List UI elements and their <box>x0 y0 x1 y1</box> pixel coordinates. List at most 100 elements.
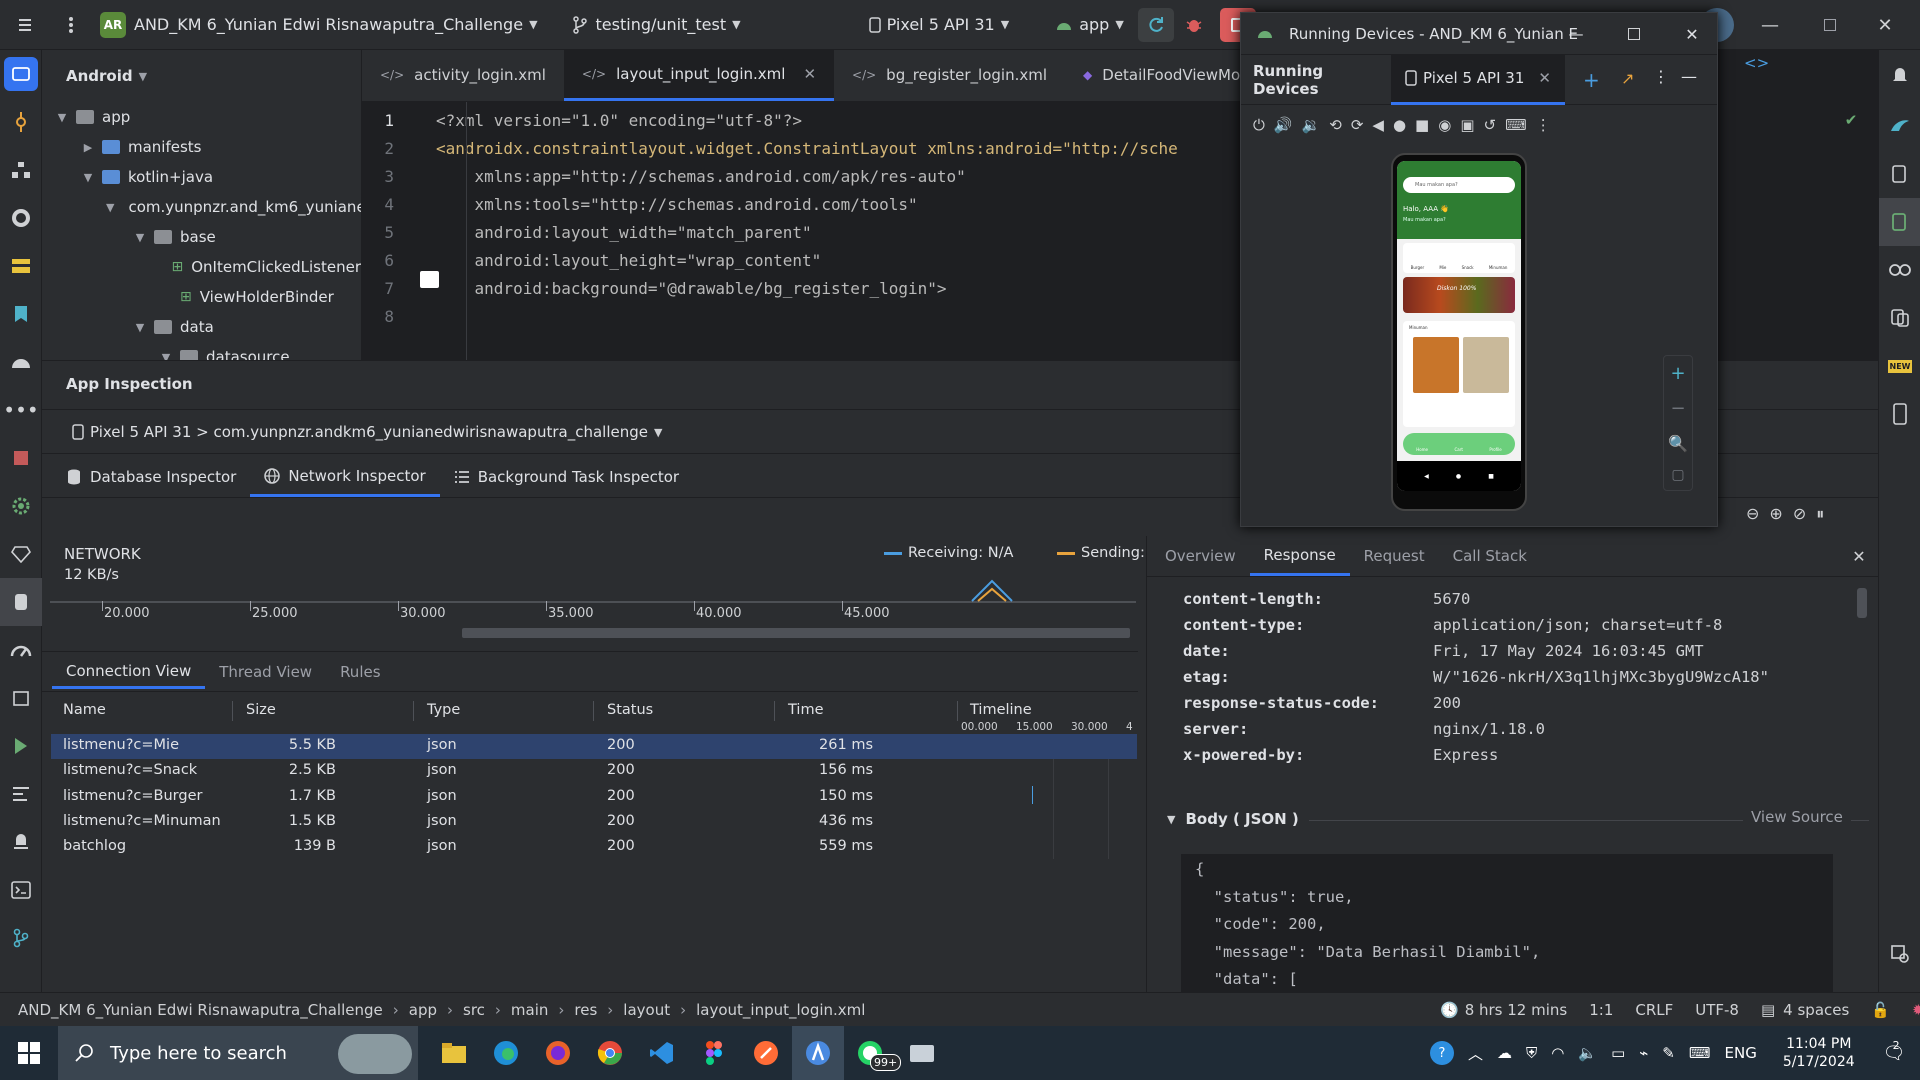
volume-up-icon[interactable]: 🔊 <box>1274 116 1293 134</box>
keyboard-icon[interactable]: ⌨ <box>1505 116 1527 134</box>
zoom-in-icon[interactable]: + <box>1670 363 1685 384</box>
editor-tab[interactable]: </> bg_register_login.xml <box>834 49 1065 101</box>
col-size[interactable]: Size <box>246 702 276 718</box>
emulator-taskbar-icon[interactable] <box>896 1026 948 1080</box>
timeline-scrollbar[interactable] <box>462 628 1130 638</box>
tree-item[interactable]: ▼ com.yunpnzr.and_km6_yuniane <box>54 192 361 222</box>
tree-item[interactable]: ▶ manifests <box>54 132 361 162</box>
power-icon[interactable]: ⏻ <box>1253 116 1265 134</box>
tab-background-task-inspector[interactable]: Background Task Inspector <box>440 457 693 497</box>
firefox-icon[interactable] <box>532 1026 584 1080</box>
chevron-right-icon[interactable]: ▶ <box>80 141 96 154</box>
breadcrumb-item[interactable]: main <box>511 1001 548 1019</box>
profiler-icon[interactable] <box>0 626 42 674</box>
layout-inspector-icon[interactable] <box>1879 930 1920 978</box>
tab-database-inspector[interactable]: Database Inspector <box>52 457 250 497</box>
more-vertical-icon[interactable]: ⋮ <box>1536 116 1551 134</box>
help-icon[interactable]: ? <box>1430 1041 1454 1065</box>
response-tab[interactable]: Request <box>1350 536 1439 576</box>
breadcrumb-item[interactable]: app <box>409 1001 437 1019</box>
reset-icon[interactable]: ↺ <box>1484 116 1497 134</box>
structure-tool-icon[interactable] <box>0 146 42 194</box>
table-row[interactable]: batchlog 139 B json 200 559 ms <box>51 835 1137 860</box>
more-vertical-icon[interactable] <box>50 7 92 43</box>
editor-tab[interactable]: </> layout_input_login.xml ✕ <box>563 49 835 101</box>
zoom-out-icon[interactable]: ⊖ <box>1746 504 1759 524</box>
phone-nav-item[interactable]: Cart <box>1454 447 1462 452</box>
breadcrumb-item[interactable]: src <box>463 1001 485 1019</box>
version-control-icon[interactable] <box>0 914 42 962</box>
response-tab[interactable]: Call Stack <box>1439 536 1541 576</box>
tree-item[interactable]: ⊞ OnItemClickedListener <box>54 252 361 282</box>
chevron-down-icon[interactable]: ▼ <box>80 171 96 184</box>
color-swatch-icon[interactable] <box>420 271 439 288</box>
vscode-icon[interactable] <box>636 1026 688 1080</box>
commit-tool-icon[interactable] <box>0 98 42 146</box>
tree-item[interactable]: ▼ base <box>54 222 361 252</box>
response-tab[interactable]: Overview <box>1151 536 1250 576</box>
breadcrumb-item[interactable]: AND_KM 6_Yunian Edwi Risnawaputra_Challe… <box>18 1001 383 1019</box>
xml-view-icon[interactable]: <> <box>1744 54 1769 78</box>
windows-start-icon[interactable] <box>0 1026 58 1080</box>
debug-button[interactable] <box>1174 7 1214 43</box>
tab-rules[interactable]: Rules <box>326 655 394 689</box>
phone-home-icon[interactable]: ● <box>1456 473 1461 480</box>
minimize-window-icon[interactable]: — <box>1750 0 1790 50</box>
project-view-selector[interactable]: Android ▼ <box>42 50 361 102</box>
notification-center-icon[interactable]: 🗨 2 <box>1883 1039 1906 1064</box>
close-tab-icon[interactable]: ✕ <box>1538 69 1551 87</box>
clock[interactable]: 11:04 PM 5/17/2024 <box>1783 1035 1855 1071</box>
problems-icon[interactable] <box>0 818 42 866</box>
tree-item[interactable]: ▼ datasource <box>54 342 361 360</box>
resource-manager-icon[interactable] <box>0 242 42 290</box>
response-tab[interactable]: Response <box>1249 536 1350 576</box>
maximize-window-icon[interactable] <box>1810 0 1850 50</box>
branch-selector[interactable]: testing/unit_test ▼ <box>564 7 749 43</box>
settings-gear-icon[interactable] <box>0 482 42 530</box>
screenshot-icon[interactable]: ◉ <box>1438 116 1451 134</box>
table-row[interactable]: listmenu?c=Snack 2.5 KB json 200 156 ms <box>51 759 1137 784</box>
apply-changes-button[interactable] <box>1137 7 1174 42</box>
pause-icon[interactable]: ⏸ <box>1816 504 1824 524</box>
lock-icon[interactable]: 🔓 <box>1871 1001 1890 1019</box>
reset-zoom-icon[interactable]: ⊘ <box>1793 504 1806 524</box>
view-source-link[interactable]: View Source <box>1743 808 1851 826</box>
maximize-window-icon[interactable] <box>1619 13 1649 55</box>
tab-device[interactable]: Pixel 5 API 31 ✕ <box>1391 54 1565 105</box>
phone-category[interactable]: Minuman <box>1489 265 1508 270</box>
running-devices-icon[interactable] <box>1879 198 1920 246</box>
zoom-in-icon[interactable]: ⊕ <box>1769 504 1782 524</box>
run-tool-icon[interactable] <box>0 722 42 770</box>
gem-icon[interactable] <box>0 530 42 578</box>
phone-menu-image[interactable] <box>1463 337 1509 393</box>
close-icon[interactable]: ✕ <box>1847 544 1871 568</box>
expand-icon[interactable]: ↗ <box>1621 69 1634 88</box>
run-config-selector[interactable]: app ▼ <box>1047 7 1132 43</box>
close-window-icon[interactable]: ✕ <box>1677 13 1707 55</box>
keyboard-icon[interactable]: ⌨ <box>1689 1044 1711 1062</box>
bug-status-icon[interactable]: ✹ <box>1912 1001 1920 1019</box>
zoom-actual-icon[interactable]: 🔍 <box>1668 434 1688 453</box>
more-vertical-icon[interactable]: ⋮ <box>1653 67 1669 86</box>
indent-setting[interactable]: ▤ 4 spaces <box>1761 1001 1849 1019</box>
link-icon[interactable] <box>1879 246 1920 294</box>
emulator-icon[interactable] <box>1879 390 1920 438</box>
col-time[interactable]: Time <box>788 702 824 718</box>
process-selector[interactable]: Pixel 5 API 31 > com.yunpnzr.andkm6_yuni… <box>72 423 662 441</box>
json-body[interactable]: { "status": true, "code": 200, "message"… <box>1181 854 1833 992</box>
minimize-window-icon[interactable]: — <box>1561 13 1591 55</box>
device-manager-icon[interactable] <box>1879 150 1920 198</box>
breadcrumb-item[interactable]: res <box>574 1001 597 1019</box>
phone-nav-item[interactable]: Home <box>1416 447 1428 452</box>
col-name[interactable]: Name <box>63 702 106 718</box>
onedrive-icon[interactable]: ☁ <box>1497 1044 1512 1062</box>
build-variants-icon[interactable] <box>0 434 42 482</box>
taskbar-search[interactable]: Type here to search <box>58 1026 418 1080</box>
new-feature-icon[interactable]: NEW <box>1879 342 1920 390</box>
breadcrumb-item[interactable]: layout <box>623 1001 670 1019</box>
line-separator[interactable]: CRLF <box>1635 1001 1673 1019</box>
phone-category[interactable]: Mie <box>1439 265 1446 270</box>
editor-tab[interactable]: </> activity_login.xml <box>362 49 564 101</box>
phone-back-icon[interactable]: ◀ <box>1424 473 1429 480</box>
caret-position[interactable]: 1:1 <box>1589 1001 1613 1019</box>
